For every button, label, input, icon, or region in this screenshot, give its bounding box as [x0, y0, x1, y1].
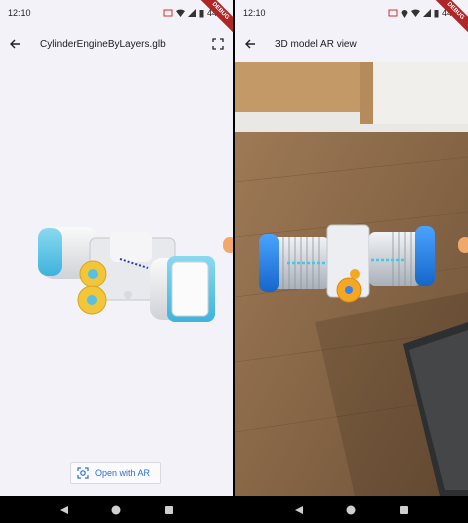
- model-viewer-screen: 12:10 44% DEBUG CylinderEngineByLayers.g…: [0, 0, 233, 523]
- signal-icon: [187, 9, 196, 17]
- app-bar: CylinderEngineByLayers.glb: [0, 26, 233, 62]
- app-bar: 3D model AR view: [235, 26, 468, 62]
- battery-icon: [199, 9, 204, 17]
- system-nav-bar: [0, 496, 233, 523]
- nav-home-icon: [111, 505, 121, 514]
- cast-icon: [388, 9, 398, 17]
- nav-recents-icon: [164, 505, 173, 514]
- nav-home-button[interactable]: [344, 503, 358, 517]
- status-bar: 12:10 44% DEBUG: [235, 0, 468, 36]
- cast-icon: [163, 9, 173, 17]
- fullscreen-icon: [212, 38, 224, 50]
- arrow-left-icon: [10, 39, 20, 49]
- status-time: 12:10: [8, 8, 31, 18]
- back-button[interactable]: [8, 37, 22, 51]
- ar-scene: [235, 62, 468, 496]
- nav-home-button[interactable]: [109, 503, 123, 517]
- cylinder-engine-model: [38, 227, 215, 322]
- wifi-icon: [410, 9, 420, 17]
- nav-back-button[interactable]: [292, 503, 306, 517]
- battery-icon: [434, 9, 439, 17]
- back-button[interactable]: [243, 37, 257, 51]
- assistive-touch-handle[interactable]: [223, 237, 233, 253]
- wifi-icon: [175, 9, 185, 17]
- nav-recents-icon: [399, 505, 408, 514]
- page-title: CylinderEngineByLayers.glb: [40, 38, 166, 50]
- 3d-model-viewer[interactable]: [0, 62, 233, 496]
- open-ar-button[interactable]: Open with AR: [70, 462, 161, 484]
- status-bar: 12:10 44% DEBUG: [0, 0, 233, 36]
- ar-camera-view[interactable]: [235, 62, 468, 496]
- arrow-left-icon: [245, 39, 255, 49]
- status-time: 12:10: [243, 8, 266, 18]
- nav-back-icon: [60, 505, 69, 514]
- assistive-touch-handle[interactable]: [458, 237, 468, 253]
- signal-icon: [422, 9, 431, 17]
- ar-view-screen: 12:10 44% DEBUG 3D model AR view: [235, 0, 468, 523]
- nav-home-icon: [346, 505, 356, 514]
- nav-recents-button[interactable]: [162, 503, 176, 517]
- fullscreen-button[interactable]: [211, 37, 225, 51]
- nav-recents-button[interactable]: [397, 503, 411, 517]
- ar-view-icon: [77, 467, 89, 479]
- system-nav-bar: [235, 496, 468, 523]
- open-ar-label: Open with AR: [95, 468, 151, 478]
- nav-back-icon: [295, 505, 304, 514]
- nav-back-button[interactable]: [57, 503, 71, 517]
- page-title: 3D model AR view: [275, 38, 357, 50]
- location-icon: [401, 9, 408, 18]
